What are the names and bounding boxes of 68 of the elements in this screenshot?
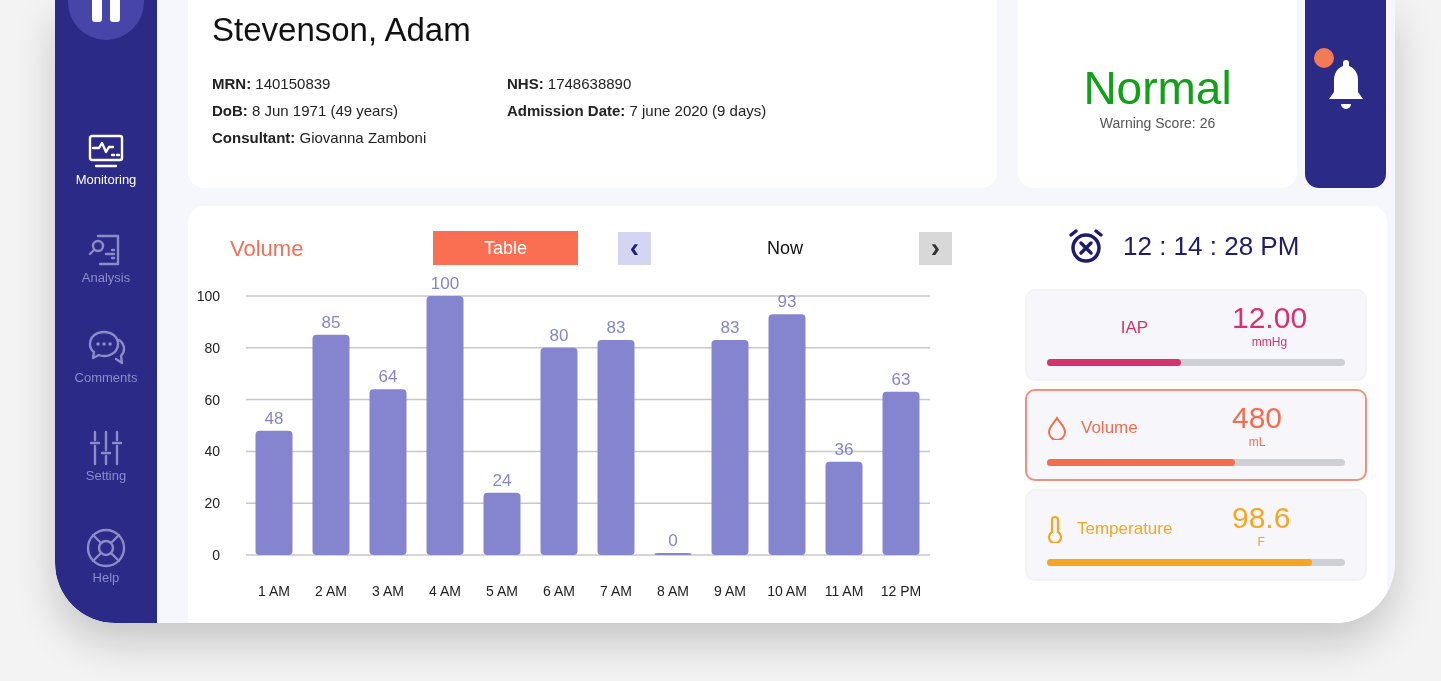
y-tick-label: 0 <box>212 547 220 563</box>
clock-time: 12 : 14 : 28 PM <box>1123 229 1300 263</box>
x-tick-label: 10 AM <box>767 583 807 599</box>
x-tick-label: 7 AM <box>600 583 632 599</box>
vital-unit: mL <box>1248 435 1266 449</box>
sidebar-item[interactable]: Setting <box>85 428 127 484</box>
warning-score: Warning Score: 26 <box>1099 113 1216 133</box>
x-tick-label: 12 PM <box>880 583 922 599</box>
bar-value-label: 80 <box>549 325 569 345</box>
bar-value-label: 85 <box>321 312 341 332</box>
vital-unit: mmHg <box>1251 335 1288 349</box>
sidebar-item[interactable]: Comments <box>74 328 138 386</box>
patient-field: DoB: 8 Jun 1971 (49 years) <box>212 97 507 124</box>
bar-value-label: 0 <box>668 531 678 550</box>
alarm-clock-icon <box>1067 227 1105 265</box>
sidebar-item[interactable]: Monitoring <box>75 132 137 188</box>
patient-field: Admission Date: 7 june 2020 (9 days) <box>507 97 767 124</box>
vital-card[interactable]: Temperature 98.6 F <box>1025 489 1367 581</box>
x-tick-label: 1 AM <box>258 583 290 599</box>
bar <box>483 492 521 555</box>
period-label: Now <box>766 236 804 260</box>
bar-value-label: 63 <box>891 369 911 389</box>
patient-field: NHS: 1748638890 <box>507 70 767 97</box>
bar-value-label: 100 <box>430 274 460 293</box>
vital-label: Volume <box>1081 417 1138 439</box>
bar-value-label: 83 <box>720 318 740 338</box>
y-tick-label: 80 <box>204 339 220 356</box>
x-tick-label: 2 AM <box>315 583 347 599</box>
bar-value-label: 48 <box>264 408 284 428</box>
sidebar-item[interactable]: Analysis <box>81 230 131 286</box>
drop-icon <box>1047 415 1067 440</box>
vital-card[interactable]: Volume 480 mL <box>1025 389 1367 481</box>
vital-card[interactable]: IAP 12.00 mmHg <box>1025 289 1367 381</box>
status-label: Normal <box>1083 62 1232 113</box>
y-tick-label: 20 <box>204 495 220 512</box>
bar-value-label: 64 <box>378 367 398 387</box>
previous-button[interactable]: ‹ <box>618 231 651 265</box>
bar-value-label: 93 <box>777 292 797 312</box>
lifebuoy-icon <box>84 526 128 570</box>
vital-value: 98.6 <box>1232 501 1291 535</box>
x-tick-label: 4 AM <box>429 583 461 599</box>
y-tick-label: 60 <box>204 391 220 408</box>
x-tick-label: 3 AM <box>372 583 404 599</box>
bar-value-label: 36 <box>834 439 854 459</box>
thermometer-icon <box>1047 515 1063 543</box>
next-button[interactable]: › <box>919 231 952 265</box>
vital-label: IAP <box>1120 317 1149 339</box>
bar-value-label: 24 <box>492 470 512 490</box>
y-tick-label: 100 <box>196 288 220 304</box>
vital-value: 12.00 <box>1232 301 1308 335</box>
vital-unit: F <box>1257 535 1265 549</box>
patient-field: Consultant: Giovanna Zamboni <box>212 124 507 151</box>
x-tick-label: 9 AM <box>714 583 746 599</box>
patient-name: Stevenson, Adam <box>212 10 472 50</box>
patient-field: MRN: 140150839 <box>212 70 507 97</box>
x-tick-label: 11 AM <box>824 583 864 599</box>
vital-value: 480 <box>1232 401 1283 435</box>
table-button[interactable]: Table <box>433 231 578 265</box>
vital-label: Temperature <box>1077 518 1173 541</box>
x-tick-label: 8 AM <box>657 583 689 599</box>
x-tick-label: 6 AM <box>543 583 575 599</box>
y-tick-label: 40 <box>204 443 220 460</box>
x-tick-label: 5 AM <box>486 583 518 599</box>
chart-title: Volume <box>230 234 305 263</box>
bar-value-label: 83 <box>606 318 626 338</box>
sidebar-item[interactable]: Help <box>84 526 128 586</box>
bell-icon <box>1328 60 1363 112</box>
notifications-button[interactable] <box>1305 0 1386 188</box>
